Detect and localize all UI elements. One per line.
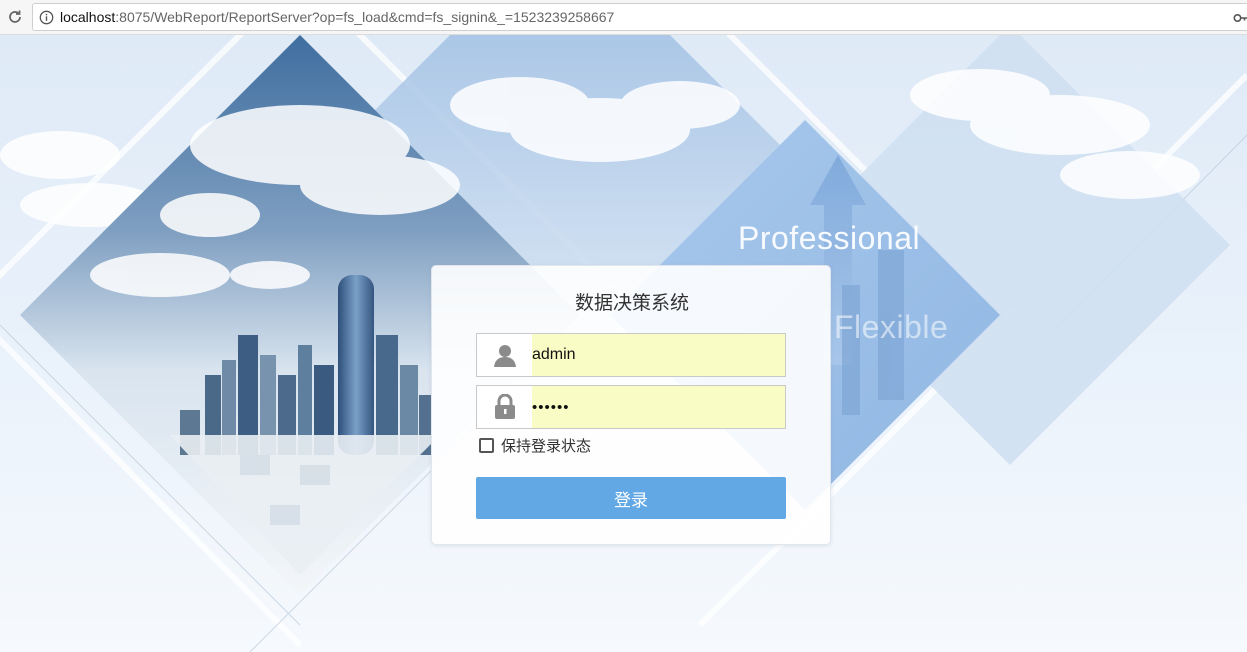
password-input[interactable] (532, 386, 785, 428)
watermark-professional: Professional (738, 220, 921, 256)
remember-me-label[interactable]: 保持登录状态 (501, 435, 591, 456)
login-title: 数据决策系统 (574, 292, 689, 314)
login-panel: 数据决策系统 保持登录状态 登录 (431, 265, 831, 545)
url-text[interactable]: localhost:8075/WebReport/ReportServer?op… (60, 9, 614, 25)
login-button[interactable]: 登录 (476, 477, 786, 519)
url-path: :8075/WebReport/ReportServer?op=fs_load&… (115, 9, 615, 25)
info-icon[interactable] (39, 10, 54, 25)
lock-icon (494, 394, 515, 419)
password-icon-box (477, 386, 532, 428)
password-field[interactable] (476, 385, 786, 429)
remember-me-row[interactable]: 保持登录状态 (479, 435, 591, 455)
user-icon (493, 345, 516, 367)
key-icon[interactable] (1233, 11, 1247, 25)
username-input[interactable] (532, 334, 785, 376)
username-icon-box (477, 334, 532, 376)
username-field[interactable] (476, 333, 786, 377)
reload-icon[interactable] (6, 8, 24, 26)
remember-me-checkbox[interactable] (479, 437, 494, 453)
browser-toolbar: localhost:8075/WebReport/ReportServer?op… (0, 0, 1247, 35)
watermark-flexible: Flexible (834, 309, 949, 345)
address-bar[interactable]: localhost:8075/WebReport/ReportServer?op… (32, 3, 1247, 31)
url-host: localhost (60, 9, 116, 25)
